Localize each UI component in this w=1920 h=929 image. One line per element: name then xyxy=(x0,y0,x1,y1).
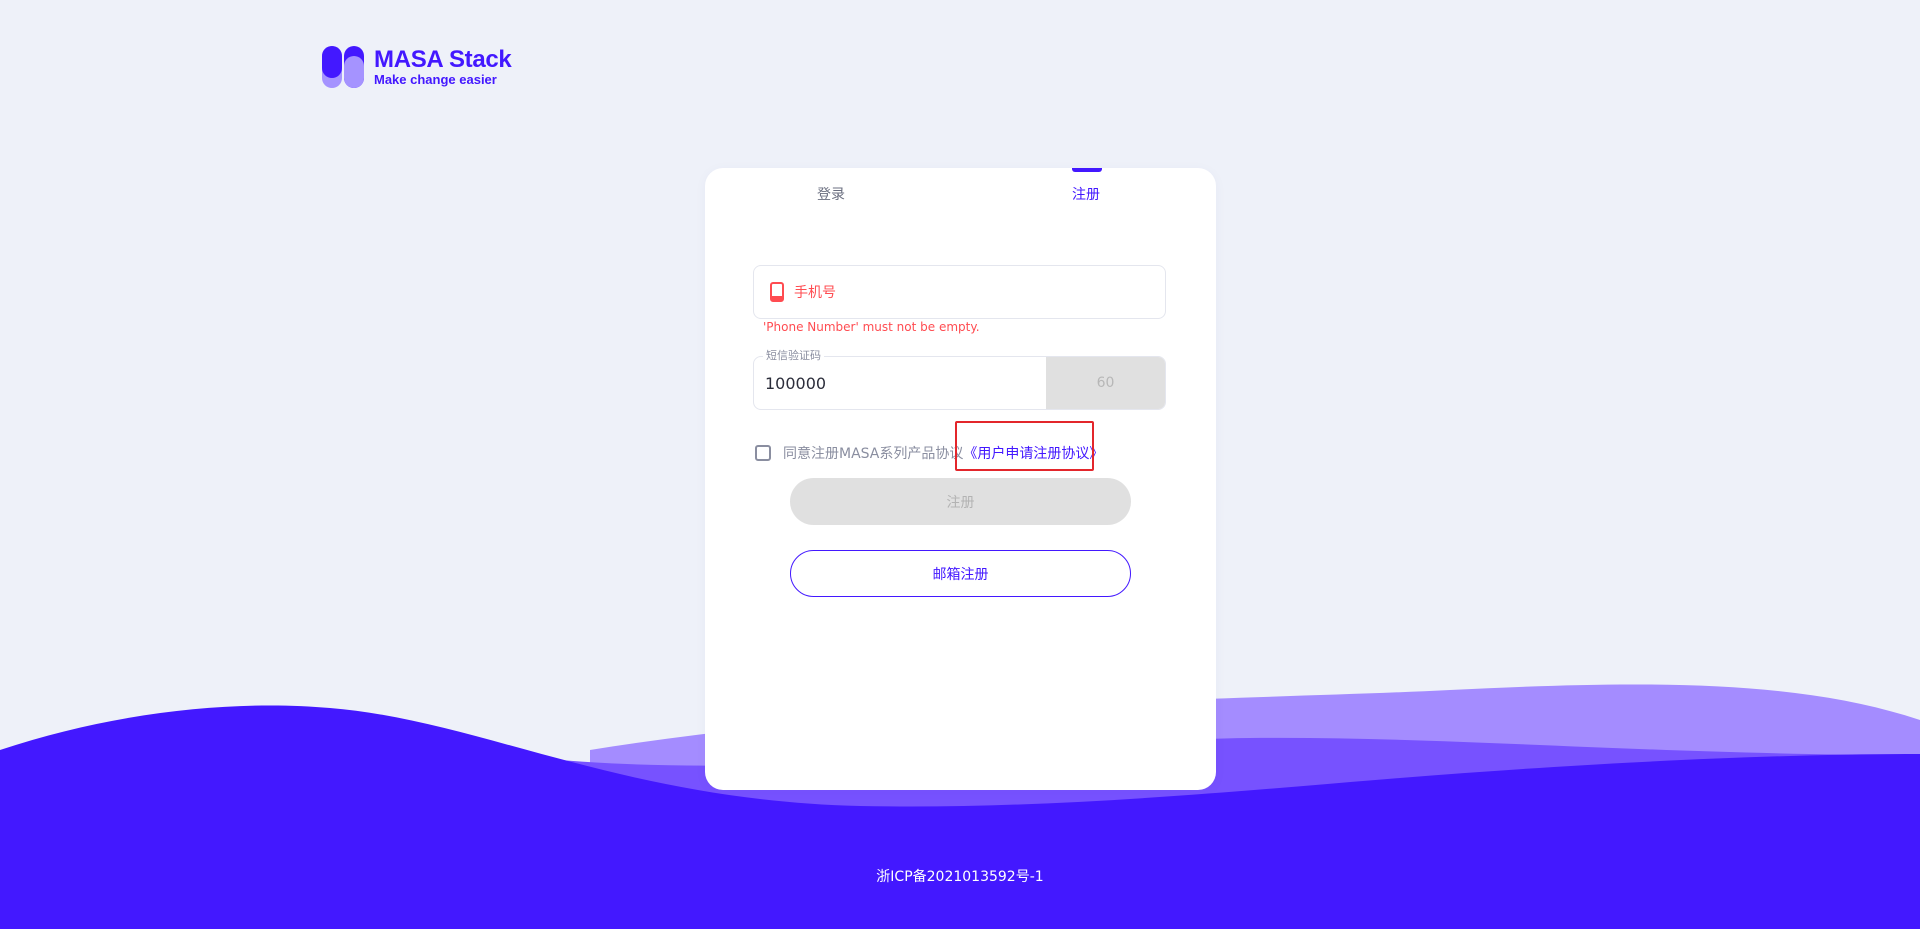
agreement-text: 同意注册MASA系列产品协议 xyxy=(783,446,964,462)
brand-text: MASA Stack Make change easier xyxy=(374,47,512,87)
phone-error-message: 'Phone Number' must not be empty. xyxy=(763,320,980,334)
tab-register[interactable]: 注册 xyxy=(1072,184,1100,204)
sms-send-button[interactable]: 60 xyxy=(1046,357,1165,409)
brand-title: MASA Stack xyxy=(374,46,512,73)
email-register-button[interactable]: 邮箱注册 xyxy=(790,550,1131,597)
brand-subtitle: Make change easier xyxy=(374,72,497,87)
phone-placeholder: 手机号 xyxy=(794,285,836,301)
auth-tabs: 登录 注册 xyxy=(705,168,1216,228)
tab-active-indicator xyxy=(1072,168,1102,172)
sms-code-field: 短信验证码 100000 60 xyxy=(753,349,1166,410)
agreement-link[interactable]: 《用户申请注册协议》 xyxy=(963,443,1103,463)
phone-input[interactable]: 手机号 xyxy=(753,265,1166,319)
icp-record-link[interactable]: 浙ICP备2021013592号-1 xyxy=(0,866,1920,886)
register-button[interactable]: 注册 xyxy=(790,478,1131,525)
brand-logo: MASA Stack Make change easier xyxy=(322,46,512,88)
agreement-row: 同意注册MASA系列产品协议 《用户申请注册协议》 xyxy=(755,443,1103,463)
sms-code-label: 短信验证码 xyxy=(763,349,824,363)
agreement-checkbox[interactable] xyxy=(755,445,771,461)
register-page: MASA Stack Make change easier 登录 注册 手机号 … xyxy=(0,0,1920,929)
masa-logo-icon xyxy=(322,46,364,88)
tab-login[interactable]: 登录 xyxy=(817,184,845,204)
register-card: 登录 注册 手机号 'Phone Number' must not be emp… xyxy=(705,168,1216,790)
sms-code-input[interactable]: 100000 xyxy=(754,357,1046,409)
phone-icon xyxy=(768,281,786,303)
